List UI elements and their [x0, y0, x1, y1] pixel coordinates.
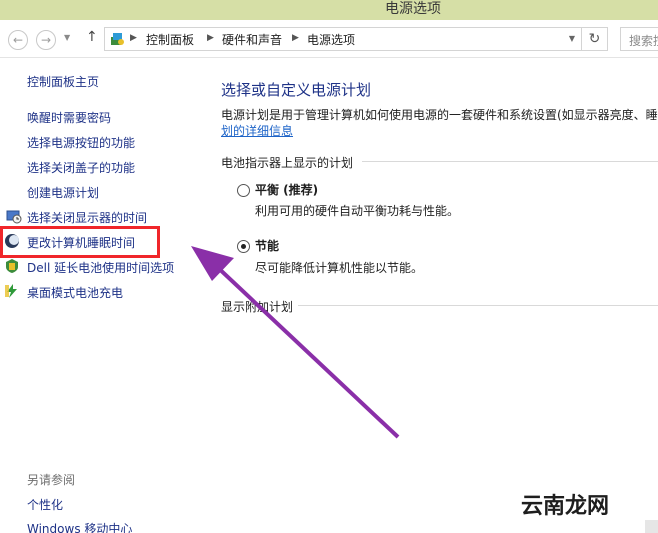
balanced-plan-name[interactable]: 平衡 (推荐)	[255, 181, 318, 198]
search-input[interactable]: 搜索控	[620, 27, 658, 51]
plan-details-link[interactable]: 划的详细信息	[221, 122, 293, 139]
watermark-text: 云南龙网	[521, 494, 610, 519]
page-title: 选择或自定义电源计划	[221, 81, 372, 99]
sidebar-item-display-off[interactable]: 选择关闭显示器的时间	[27, 209, 147, 226]
battery-shield-icon	[6, 259, 18, 273]
breadcrumb-control-panel[interactable]: 控制面板	[146, 31, 194, 48]
power-saver-plan-radio[interactable]	[237, 240, 250, 253]
breadcrumb-arrow[interactable]: ▶	[292, 33, 299, 43]
battery-plans-section-label: 电池指示器上显示的计划	[221, 156, 354, 170]
power-saver-plan-name[interactable]: 节能	[255, 237, 279, 254]
balanced-plan-radio[interactable]	[237, 184, 250, 197]
sidebar-item-wake-password[interactable]: 唤醒时需要密码	[27, 109, 111, 126]
balanced-plan-description: 利用可用的硬件自动平衡功耗与性能。	[255, 204, 460, 218]
annotation-highlight-box	[0, 226, 160, 258]
address-dropdown-icon[interactable]: ▼	[569, 34, 575, 43]
sidebar-item-lid-close[interactable]: 选择关闭盖子的功能	[27, 159, 135, 176]
refresh-button[interactable]: ↻	[582, 27, 608, 51]
forward-button[interactable]: →	[36, 30, 56, 50]
up-level-button[interactable]: ↑	[86, 29, 98, 45]
breadcrumb-arrow[interactable]: ▶	[207, 33, 214, 43]
see-also-personalization[interactable]: 个性化	[27, 496, 63, 513]
display-clock-icon	[6, 210, 22, 224]
title-bar: 电源选项	[0, 0, 658, 20]
address-bar[interactable]: ▶ 控制面板 ▶ 硬件和声音 ▶ 电源选项 ▼	[104, 27, 582, 51]
scrollbar-corner	[645, 520, 658, 533]
section-divider	[362, 161, 658, 162]
back-button[interactable]: ←	[8, 30, 28, 50]
sidebar-home-link[interactable]: 控制面板主页	[27, 73, 99, 90]
show-additional-plans[interactable]: 显示附加计划	[221, 298, 293, 315]
section-divider	[298, 305, 658, 306]
page-description: 电源计划是用于管理计算机如何使用电源的一套硬件和系统设置(如显示器亮度、睡	[221, 108, 658, 122]
recent-locations-dropdown-icon[interactable]: ▼	[64, 33, 70, 42]
breadcrumb-arrow[interactable]: ▶	[130, 33, 137, 43]
watermark-logo: 云南龙网	[521, 488, 625, 519]
window-title: 电源选项	[385, 1, 441, 17]
search-placeholder: 搜索控	[629, 34, 658, 48]
sidebar-item-power-button[interactable]: 选择电源按钮的功能	[27, 134, 135, 151]
battery-charge-icon	[5, 284, 17, 298]
breadcrumb-power-options[interactable]: 电源选项	[307, 31, 355, 48]
navigation-bar: ← → ▼ ↑ ▶ 控制面板 ▶ 硬件和声音 ▶ 电源选项 ▼ ↻ 搜索控	[0, 20, 658, 58]
power-saver-plan-description: 尽可能降低计算机性能以节能。	[255, 261, 424, 275]
see-also-mobility-center[interactable]: Windows 移动中心	[27, 520, 132, 533]
sidebar-item-dell-battery[interactable]: Dell 延长电池使用时间选项	[27, 259, 174, 276]
control-panel-icon	[111, 33, 124, 45]
see-also-label: 另请参阅	[27, 473, 76, 487]
sidebar-item-create-plan[interactable]: 创建电源计划	[27, 184, 99, 201]
sidebar-item-desktop-charge[interactable]: 桌面模式电池充电	[27, 284, 123, 301]
breadcrumb-hardware-sound[interactable]: 硬件和声音	[222, 31, 282, 48]
